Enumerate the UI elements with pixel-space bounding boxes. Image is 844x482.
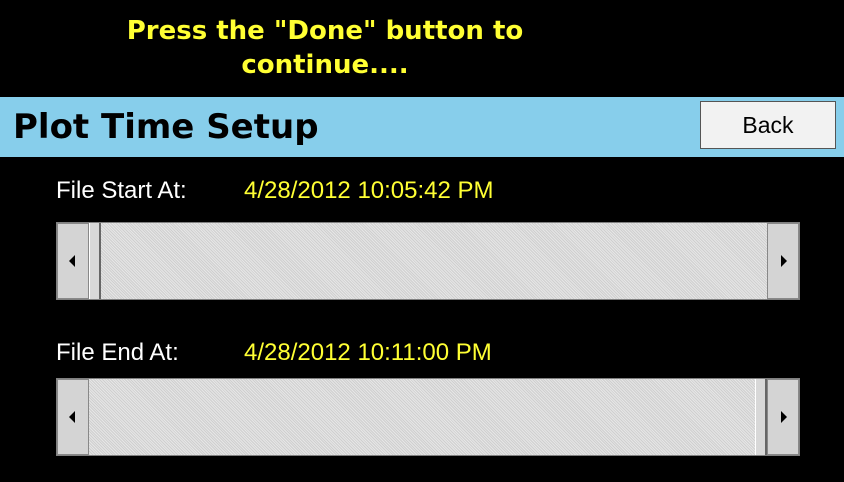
file-start-scroll-left-button[interactable] [57,223,89,299]
file-end-scroll-left-button[interactable] [57,379,89,455]
file-end-scroll-track[interactable] [89,379,767,455]
status-banner: Press the "Done" button to continue.... [0,0,844,95]
scroll-right-icon [781,411,787,423]
scroll-right-icon [781,255,787,267]
file-start-scrollbar[interactable] [56,222,800,300]
banner-message: Press the "Done" button to continue.... [126,16,524,80]
file-end-scroll-right-button[interactable] [767,379,799,455]
file-start-scroll-right-button[interactable] [767,223,799,299]
file-start-value: 4/28/2012 10:05:42 PM [244,177,494,204]
file-end-label: File End At: [56,339,179,366]
scroll-left-icon [69,255,75,267]
file-end-value: 4/28/2012 10:11:00 PM [244,339,492,366]
title-bar: Plot Time Setup Back [0,97,844,157]
file-end-scrollbar[interactable] [56,378,800,456]
back-button[interactable]: Back [700,101,836,149]
scroll-left-icon [69,411,75,423]
file-start-scroll-thumb[interactable] [89,223,101,299]
page-title: Plot Time Setup [13,107,319,147]
file-start-label: File Start At: [56,177,187,204]
file-end-scroll-thumb[interactable] [755,379,767,455]
file-start-scroll-track[interactable] [89,223,767,299]
